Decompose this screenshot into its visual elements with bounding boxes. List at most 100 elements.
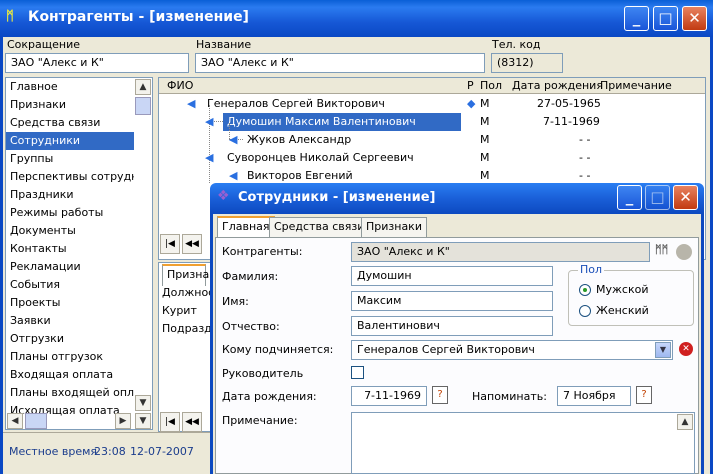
row-birth: - - <box>579 133 591 146</box>
arrow-left-icon: ◀ <box>187 97 196 110</box>
sidebar-item[interactable]: Контакты <box>6 240 134 258</box>
sidebar-item[interactable]: Заявки <box>6 312 134 330</box>
sidebar-item[interactable]: Рекламации <box>6 258 134 276</box>
contractor-label: Контрагенты: <box>222 245 303 258</box>
note-textarea[interactable] <box>351 412 695 474</box>
last-name-input[interactable]: Думошин <box>351 266 553 286</box>
table-row[interactable]: ◀ Генералов Сергей Викторович ◆ М 27-05-… <box>159 95 705 113</box>
manager-select-label: Кому подчиняется: <box>222 343 334 356</box>
name-input[interactable]: ЗАО "Алекс и К" <box>195 53 485 73</box>
col-note[interactable]: Примечание <box>600 79 672 92</box>
close-button[interactable]: ✕ <box>682 6 707 31</box>
tab-contacts[interactable]: Средства связи <box>269 217 370 237</box>
window-title: Контрагенты - [изменение] <box>28 9 249 25</box>
sidebar-item[interactable]: Режимы работы <box>6 204 134 222</box>
sidebar-item[interactable]: Планы входящей оплаты <box>6 384 134 402</box>
gender-group <box>568 270 694 326</box>
sidebar-item[interactable]: Сотрудники <box>6 132 134 150</box>
col-fio[interactable]: ФИО <box>167 79 193 92</box>
tab-attributes[interactable]: Призна <box>162 264 209 286</box>
male-label: Мужской <box>596 283 649 296</box>
sidebar-item[interactable]: События <box>6 276 134 294</box>
col-flag[interactable]: Р <box>467 79 474 92</box>
scroll-left-icon[interactable]: ◀ <box>7 413 23 429</box>
hscroll-thumb[interactable] <box>25 413 47 429</box>
arrow-left-icon: ◀ <box>205 151 214 164</box>
row-name: Генералов Сергей Викторович <box>207 97 385 110</box>
manager-select[interactable]: Генералов Сергей Викторович <box>351 340 673 360</box>
short-name-input[interactable]: ЗАО "Алекс и К" <box>5 53 189 73</box>
gender-group-label: Пол <box>578 263 605 276</box>
contractor-input[interactable]: ЗАО "Алекс и К" <box>351 242 650 262</box>
prev-record-button[interactable]: ◀◀ <box>182 234 202 254</box>
note-label: Примечание: <box>222 414 298 427</box>
row-gender: М <box>480 97 490 110</box>
scroll-down-icon[interactable]: ▼ <box>135 395 151 411</box>
is-manager-label: Руководитель <box>222 367 304 380</box>
row-gender: М <box>480 133 490 146</box>
birth-date-input[interactable]: 7-11-1969 <box>351 386 427 406</box>
table-row[interactable]: ◀ Жуков Александр М - - <box>159 123 705 149</box>
sidebar-item[interactable]: Документы <box>6 222 134 240</box>
tab-attributes-dialog[interactable]: Признаки <box>361 217 427 237</box>
row-name: Викторов Евгений <box>247 169 353 182</box>
sidebar-item[interactable]: Главное <box>6 78 134 96</box>
remind-label: Напоминать: <box>472 390 547 403</box>
row-birth: 27-05-1965 <box>537 97 601 110</box>
scroll-up-icon[interactable]: ▲ <box>135 79 151 95</box>
sidebar-item[interactable]: Отгрузки <box>6 330 134 348</box>
tab-main[interactable]: Главная <box>217 216 275 238</box>
people-icon[interactable]: ᛗᛗ <box>655 243 668 256</box>
dialog-maximize-button[interactable]: □ <box>645 185 670 210</box>
clear-icon[interactable]: ✕ <box>679 342 693 356</box>
middle-name-input[interactable]: Валентинович <box>351 316 553 336</box>
first-record-button[interactable]: |◀ <box>160 234 180 254</box>
maximize-button[interactable]: □ <box>653 6 678 31</box>
phone-code-input[interactable]: (8312) <box>491 53 563 73</box>
birth-date-label: Дата рождения: <box>222 390 317 403</box>
female-radio[interactable] <box>579 305 591 317</box>
row-name: Жуков Александр <box>247 133 352 146</box>
scrollbar-thumb[interactable] <box>135 97 151 115</box>
first-name-input[interactable]: Максим <box>351 291 553 311</box>
arrow-left-icon: ◀ <box>229 133 238 146</box>
name-label: Название <box>196 38 252 51</box>
dialog-close-button[interactable]: ✕ <box>673 185 698 210</box>
sidebar-item[interactable]: Проекты <box>6 294 134 312</box>
row-gender: М <box>480 169 490 182</box>
remind-calendar-icon[interactable]: ? <box>636 386 652 404</box>
sidebar-item[interactable]: Входящая оплата <box>6 366 134 384</box>
local-date-value: 12-07-2007 <box>130 445 194 458</box>
sidebar-item[interactable]: Планы отгрузок <box>6 348 134 366</box>
table-row[interactable]: ◀ Суворонцев Николай Сергеевич М - - <box>159 149 705 167</box>
prev-record-button-2[interactable]: ◀◀ <box>182 412 202 432</box>
status-circle-icon[interactable] <box>676 244 692 260</box>
is-manager-checkbox[interactable] <box>351 366 364 379</box>
note-scroll-up-icon[interactable]: ▲ <box>677 414 693 430</box>
col-birth[interactable]: Дата рождения <box>512 79 603 92</box>
attr-row: Курит <box>162 304 197 317</box>
sidebar-item[interactable]: Средства связи <box>6 114 134 132</box>
male-radio[interactable] <box>579 284 591 296</box>
local-time-value: 23:08 <box>94 445 126 458</box>
dialog-title: Сотрудники - [изменение] <box>238 190 436 205</box>
scroll-right-icon[interactable]: ▶ <box>115 413 131 429</box>
sidebar-item[interactable]: Перспективы сотрудничества <box>6 168 134 186</box>
remind-input[interactable]: 7 Ноября <box>557 386 631 406</box>
calendar-icon[interactable]: ? <box>432 386 448 404</box>
scroll-down-icon-2[interactable]: ▼ <box>135 413 151 429</box>
row-gender: М <box>480 115 490 128</box>
arrow-left-icon: ◀ <box>205 115 214 128</box>
minimize-button[interactable]: _ <box>624 6 649 31</box>
row-name: Суворонцев Николай Сергеевич <box>227 151 414 164</box>
sidebar-item[interactable]: Праздники <box>6 186 134 204</box>
local-time-label: Местное время <box>9 445 98 458</box>
first-record-button-2[interactable]: |◀ <box>160 412 180 432</box>
chevron-down-icon[interactable]: ▼ <box>655 342 671 358</box>
table-row[interactable]: ◀ Думошин Максим Валентинович М 7-11-196… <box>159 105 705 183</box>
sidebar-item[interactable]: Группы <box>6 150 134 168</box>
app-icon: ᛗ <box>6 9 14 24</box>
dialog-minimize-button[interactable]: _ <box>617 185 642 210</box>
sidebar-item[interactable]: Признаки <box>6 96 134 114</box>
col-gender[interactable]: Пол <box>480 79 502 92</box>
